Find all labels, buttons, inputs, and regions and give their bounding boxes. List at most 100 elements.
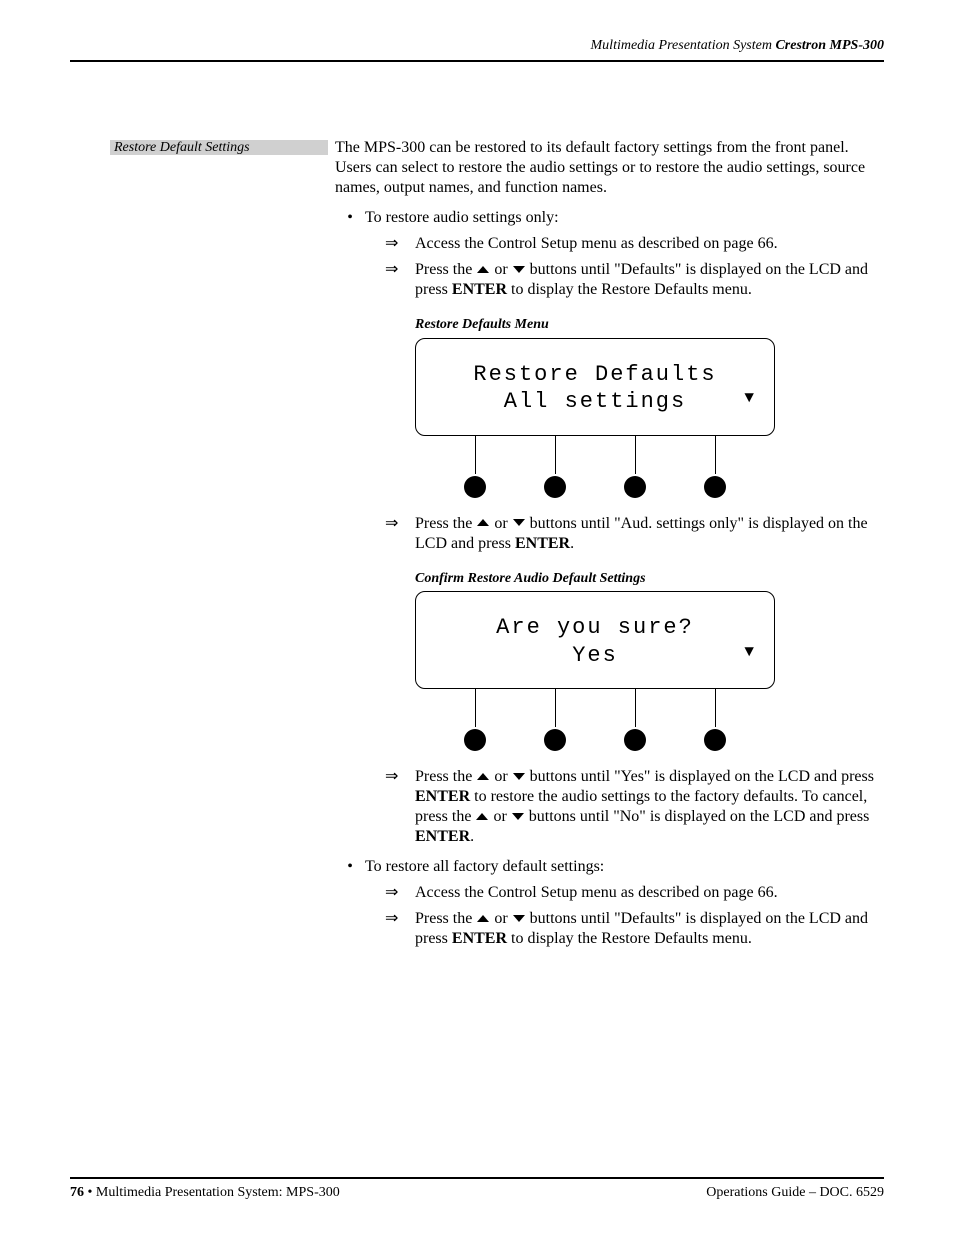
- button-dot-icon: [624, 476, 646, 498]
- down-triangle-icon: [513, 915, 525, 922]
- softkey-4: [704, 689, 726, 751]
- body-text: The MPS-300 can be restored to its defau…: [335, 138, 884, 949]
- frag: or: [490, 768, 511, 785]
- header-em: Crestron MPS-300: [775, 38, 884, 53]
- step-access-1: ⇒ Access the Control Setup menu as descr…: [385, 234, 884, 254]
- softkey-1: [464, 436, 486, 498]
- fig1: Restore Defaults All settings ▼: [415, 338, 775, 498]
- frag: or: [490, 261, 511, 278]
- button-dot-icon: [624, 729, 646, 751]
- arrow-icon: ⇒: [385, 514, 415, 554]
- bullet-text: To restore audio settings only:: [365, 208, 884, 228]
- lcd-line2: All settings ▼: [416, 388, 774, 416]
- frag: Press the: [415, 261, 476, 278]
- lcd-line2-text: All settings: [504, 389, 686, 414]
- step-text: Access the Control Setup menu as describ…: [415, 883, 884, 903]
- lcd-line2: Yes ▼: [416, 642, 774, 670]
- footer-left-text: Multimedia Presentation System: MPS-300: [96, 1185, 340, 1200]
- lcd-line2-text: Yes: [572, 643, 618, 668]
- step-yes-no: ⇒ Press the or buttons until "Yes" is di…: [385, 767, 884, 847]
- enter-label: ENTER: [415, 828, 470, 845]
- enter-label: ENTER: [415, 788, 470, 805]
- connector-line: [635, 689, 636, 727]
- up-triangle-icon: [477, 266, 489, 273]
- up-triangle-icon: [477, 773, 489, 780]
- up-triangle-icon: [476, 813, 488, 820]
- arrow-icon: ⇒: [385, 909, 415, 949]
- connector-line: [475, 689, 476, 727]
- step-text: Press the or buttons until "Defaults" is…: [415, 909, 884, 949]
- bullet-restore-all: • To restore all factory default setting…: [335, 857, 884, 877]
- step-text: Access the Control Setup menu as describ…: [415, 234, 884, 254]
- header-right: Multimedia Presentation System Crestron …: [591, 38, 884, 54]
- button-dot-icon: [704, 729, 726, 751]
- button-dot-icon: [464, 476, 486, 498]
- header-text: Multimedia Presentation System: [591, 38, 772, 53]
- lcd-connectors: [415, 436, 775, 498]
- frag: to display the Restore Defaults menu.: [507, 281, 752, 298]
- down-triangle-icon: [513, 519, 525, 526]
- fig1-caption: Restore Defaults Menu: [415, 316, 884, 334]
- step-text: Press the or buttons until "Defaults" is…: [415, 260, 884, 300]
- arrow-icon: ⇒: [385, 234, 415, 254]
- sidebar-label: Restore Default Settings: [110, 140, 328, 155]
- enter-label: ENTER: [452, 281, 507, 298]
- softkey-1: [464, 689, 486, 751]
- fig2-caption: Confirm Restore Audio Default Settings: [415, 570, 884, 588]
- connector-line: [715, 436, 716, 474]
- step-access-2: ⇒ Access the Control Setup menu as descr…: [385, 883, 884, 903]
- footer-bullet-icon: •: [84, 1185, 96, 1200]
- lcd-connectors: [415, 689, 775, 751]
- button-dot-icon: [704, 476, 726, 498]
- frag: or: [489, 808, 510, 825]
- sidebar-text: Restore Default Settings: [114, 140, 250, 155]
- arrow-icon: ⇒: [385, 883, 415, 903]
- frag: buttons until "Yes" is displayed on the …: [526, 768, 874, 785]
- frag: buttons until "No" is displayed on the L…: [525, 808, 870, 825]
- softkey-3: [624, 689, 646, 751]
- frag: or: [490, 910, 511, 927]
- down-arrow-icon: ▼: [744, 388, 756, 408]
- enter-label: ENTER: [452, 930, 507, 947]
- page-number: 76: [70, 1185, 84, 1200]
- up-triangle-icon: [477, 915, 489, 922]
- header-rule: [70, 60, 884, 62]
- up-triangle-icon: [477, 519, 489, 526]
- frag: to display the Restore Defaults menu.: [507, 930, 752, 947]
- bullet-restore-audio: • To restore audio settings only:: [335, 208, 884, 228]
- softkey-3: [624, 436, 646, 498]
- lcd-screen: Are you sure? Yes ▼: [415, 591, 775, 689]
- button-dot-icon: [464, 729, 486, 751]
- page: Multimedia Presentation System Crestron …: [0, 0, 954, 1235]
- step-text: Press the or buttons until "Yes" is disp…: [415, 767, 884, 847]
- connector-line: [555, 689, 556, 727]
- softkey-2: [544, 436, 566, 498]
- lcd-screen: Restore Defaults All settings ▼: [415, 338, 775, 436]
- frag: Press the: [415, 515, 476, 532]
- footer-right: Operations Guide – DOC. 6529: [706, 1185, 884, 1201]
- footer-rule: [70, 1177, 884, 1179]
- connector-line: [635, 436, 636, 474]
- frag: Press the: [415, 768, 476, 785]
- frag: .: [570, 535, 574, 552]
- frag: .: [470, 828, 474, 845]
- down-triangle-icon: [513, 773, 525, 780]
- connector-line: [555, 436, 556, 474]
- arrow-icon: ⇒: [385, 767, 415, 847]
- step-text: Press the or buttons until "Aud. setting…: [415, 514, 884, 554]
- bullet-icon: •: [335, 857, 365, 877]
- bullet-icon: •: [335, 208, 365, 228]
- softkey-2: [544, 689, 566, 751]
- button-dot-icon: [544, 729, 566, 751]
- enter-label: ENTER: [515, 535, 570, 552]
- footer-left: 76 • Multimedia Presentation System: MPS…: [70, 1185, 340, 1201]
- step-aud-settings: ⇒ Press the or buttons until "Aud. setti…: [385, 514, 884, 554]
- bullet-text: To restore all factory default settings:: [365, 857, 884, 877]
- softkey-4: [704, 436, 726, 498]
- lcd-line1: Restore Defaults: [416, 361, 774, 389]
- down-arrow-icon: ▼: [744, 642, 756, 662]
- arrow-icon: ⇒: [385, 260, 415, 300]
- fig2: Are you sure? Yes ▼: [415, 591, 775, 751]
- lcd-line1: Are you sure?: [416, 614, 774, 642]
- intro-paragraph: The MPS-300 can be restored to its defau…: [335, 138, 884, 198]
